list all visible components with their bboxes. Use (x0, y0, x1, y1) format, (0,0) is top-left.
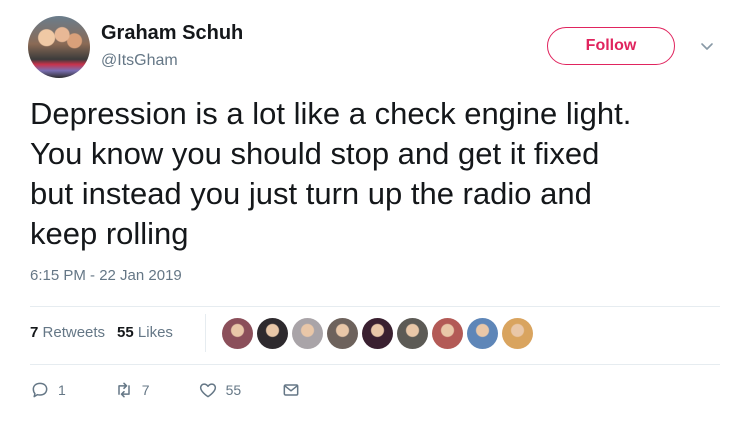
chevron-down-icon[interactable] (699, 38, 715, 54)
liker-avatar[interactable] (467, 318, 498, 349)
retweets-label: Retweets (42, 324, 106, 341)
stat-separator (205, 314, 206, 352)
liker-avatar[interactable] (292, 318, 323, 349)
like-count: 55 (225, 382, 242, 398)
liker-avatar[interactable] (222, 318, 253, 349)
liker-avatars (222, 318, 533, 349)
tweet-line: but instead you just turn up the radio a… (30, 176, 592, 211)
likes-count: 55 (117, 324, 134, 341)
retweets-stat[interactable]: 7 Retweets (30, 324, 105, 341)
avatar[interactable] (28, 16, 90, 78)
divider (30, 364, 720, 365)
reply-count: 1 (58, 382, 66, 398)
like-button[interactable]: 55 (198, 380, 242, 400)
tweet-text: Depression is a lot like a check engine … (30, 94, 730, 254)
retweet-count: 7 (141, 382, 150, 398)
liker-avatar[interactable] (257, 318, 288, 349)
likes-label: Likes (137, 324, 173, 341)
direct-message-button[interactable] (281, 380, 301, 400)
author-name[interactable]: Graham Schuh (101, 22, 243, 45)
reply-icon (32, 382, 48, 398)
envelope-icon (283, 384, 299, 396)
tweet-line: keep rolling (30, 216, 189, 251)
tweet-line: You know you should stop and get it fixe… (30, 136, 600, 171)
retweet-icon (118, 382, 130, 398)
reply-button[interactable]: 1 (30, 380, 66, 400)
follow-button[interactable]: Follow (547, 27, 675, 65)
action-bar: 1 7 55 (30, 380, 301, 400)
tweet-timestamp[interactable]: 6:15 PM - 22 Jan 2019 (30, 267, 182, 284)
tweet-line: Depression is a lot like a check engine … (30, 96, 632, 131)
retweet-button[interactable]: 7 (114, 380, 150, 400)
liker-avatar[interactable] (432, 318, 463, 349)
liker-avatar[interactable] (362, 318, 393, 349)
engagement-stats: 7 Retweets 55 Likes (30, 324, 173, 341)
divider (30, 306, 720, 307)
liker-avatar[interactable] (502, 318, 533, 349)
author-handle[interactable]: @ItsGham (101, 52, 178, 70)
likes-stat[interactable]: 55 Likes (117, 324, 173, 341)
heart-icon (199, 383, 216, 398)
liker-avatar[interactable] (327, 318, 358, 349)
retweets-count: 7 (30, 324, 39, 341)
liker-avatar[interactable] (397, 318, 428, 349)
